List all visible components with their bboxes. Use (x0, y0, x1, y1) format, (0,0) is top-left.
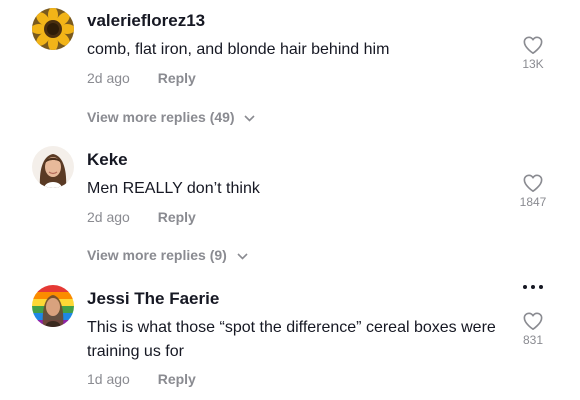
view-more-replies-label: View more replies (49) (87, 109, 235, 125)
timestamp: 2d ago (87, 70, 130, 86)
like-count: 831 (522, 333, 544, 347)
username[interactable]: Jessi The Faerie (87, 289, 219, 309)
timestamp: 2d ago (87, 209, 130, 225)
comment-meta: 1d ago Reply (87, 371, 196, 387)
like-control: 831 (510, 311, 556, 347)
comment-text: Men REALLY don’t think (87, 180, 260, 197)
more-options-icon[interactable] (520, 282, 546, 292)
comment-meta: 2d ago Reply (87, 70, 196, 86)
comment-text: comb, flat iron, and blonde hair behind … (87, 41, 390, 58)
chevron-down-icon (237, 253, 248, 260)
reply-button[interactable]: Reply (158, 371, 196, 387)
chevron-down-icon (244, 115, 256, 122)
reply-button[interactable]: Reply (158, 70, 196, 86)
woman-portrait-avatar[interactable] (32, 146, 74, 188)
like-count: 1847 (519, 195, 547, 209)
username[interactable]: Keke (87, 150, 128, 170)
view-more-replies-button[interactable]: View more replies (9) (87, 247, 248, 263)
heart-icon[interactable] (522, 35, 544, 55)
rainbow-portrait-avatar[interactable] (32, 285, 74, 327)
comment-text: This is what those “spot the difference”… (87, 319, 496, 360)
like-count: 13K (522, 57, 544, 71)
like-control: 13K (510, 35, 556, 71)
sunflower-avatar[interactable] (32, 8, 74, 50)
like-control: 1847 (510, 173, 556, 209)
heart-icon[interactable] (522, 311, 544, 331)
reply-button[interactable]: Reply (158, 209, 196, 225)
heart-icon[interactable] (522, 173, 544, 193)
timestamp: 1d ago (87, 371, 130, 387)
username[interactable]: valerieflorez13 (87, 11, 205, 31)
comment-meta: 2d ago Reply (87, 209, 196, 225)
view-more-replies-button[interactable]: View more replies (49) (87, 109, 256, 125)
view-more-replies-label: View more replies (9) (87, 247, 227, 263)
